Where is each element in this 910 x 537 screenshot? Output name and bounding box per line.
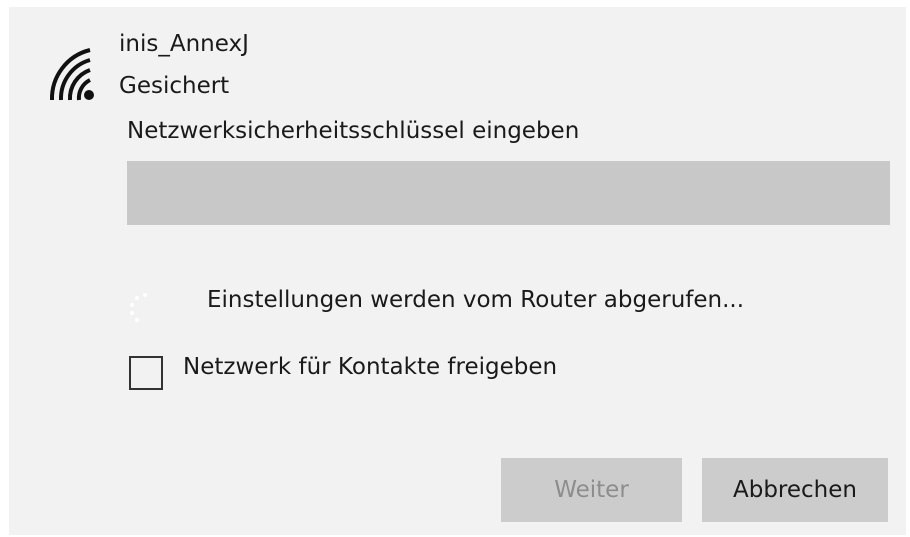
spinner-icon xyxy=(127,291,163,327)
network-name: inis_AnnexJ xyxy=(119,31,249,57)
wifi-connect-panel: inis_AnnexJ Gesichert Netzwerksicherheit… xyxy=(9,7,906,535)
progress-status-text: Einstellungen werden vom Router abgerufe… xyxy=(207,287,745,313)
share-network-checkbox[interactable] xyxy=(129,356,163,390)
cancel-button[interactable]: Abbrechen xyxy=(702,458,888,522)
security-key-input[interactable] xyxy=(127,161,890,225)
next-button[interactable]: Weiter xyxy=(501,458,682,522)
wifi-icon xyxy=(42,45,96,103)
security-key-label: Netzwerksicherheitsschlüssel eingeben xyxy=(127,118,580,144)
share-network-label[interactable]: Netzwerk für Kontakte freigeben xyxy=(183,354,557,380)
network-security-status: Gesichert xyxy=(119,73,230,99)
